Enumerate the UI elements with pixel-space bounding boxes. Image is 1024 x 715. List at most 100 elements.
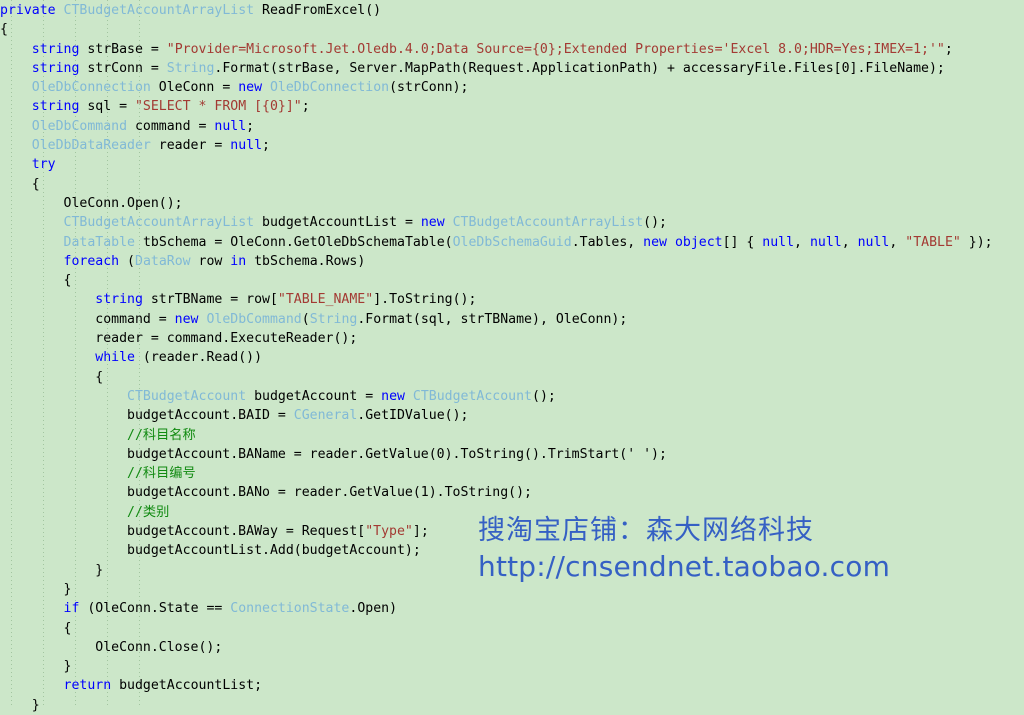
code-token-pln (0, 350, 95, 365)
code-token-pln: .Format(sql, strTBName), OleConn); (357, 311, 628, 327)
code-line: OleDbConnection OleConn = new OleDbConne… (0, 78, 993, 97)
code-token-pln: ; (944, 41, 953, 57)
code-token-pln: budgetAccount.BAName = reader.GetValue(0… (0, 446, 667, 462)
source-code-block[interactable]: private CTBudgetAccountArrayList ReadFro… (0, 0, 993, 715)
code-token-pln (0, 466, 127, 481)
code-token-pln: .Format(strBase, Server.MapPath(Request.… (214, 60, 945, 76)
code-line: return budgetAccountList; (0, 676, 993, 695)
code-token-typ: CTBudgetAccountArrayList (452, 215, 644, 231)
code-line: } (0, 580, 993, 599)
code-token-pln: ; (262, 138, 270, 154)
code-token-kw: object (674, 234, 723, 250)
code-token-pln (445, 215, 453, 230)
code-token-str: "Type" (365, 524, 413, 540)
code-token-kw: return (63, 678, 112, 694)
code-token-typ: CGeneral (293, 408, 358, 424)
code-token-kw: new (381, 388, 405, 404)
code-token-kw: new (643, 234, 667, 250)
code-token-kw: string (95, 292, 143, 308)
code-token-pln: , (889, 234, 906, 250)
code-token-pln (0, 99, 32, 114)
code-token-kw: null (230, 138, 263, 154)
code-editor-surface[interactable]: private CTBudgetAccountArrayList ReadFro… (0, 0, 1024, 713)
code-line: OleDbCommand command = null; (0, 117, 993, 136)
code-line: budgetAccount.BAName = reader.GetValue(0… (0, 445, 993, 464)
code-line: { (0, 175, 993, 194)
code-token-pln: } (0, 659, 72, 675)
code-line: while (reader.Read()) (0, 348, 993, 367)
code-token-pln: OleConn.Close(); (0, 639, 223, 655)
code-token-pln (0, 505, 127, 520)
code-line: budgetAccount.BAWay = Request["Type"]; (0, 522, 993, 541)
code-token-pln: budgetAccount.BAWay = Request[ (0, 524, 366, 540)
code-token-com: //科目编号 (127, 466, 196, 482)
code-token-pln: (); (532, 388, 556, 404)
code-token-pln: (strConn); (389, 80, 469, 96)
code-token-pln: .Tables, (571, 234, 644, 250)
code-token-pln (0, 61, 32, 76)
code-token-kw: new (420, 215, 445, 231)
code-token-typ: CTBudgetAccountArrayList (63, 3, 255, 18)
code-token-pln: (OleConn.State == (79, 601, 231, 617)
code-token-typ: OleDbConnection (269, 80, 390, 96)
code-token-pln: budgetAccountList = (254, 215, 421, 231)
code-line: DataTable tbSchema = OleConn.GetOleDbSch… (0, 233, 993, 252)
code-token-typ: ConnectionState (230, 601, 350, 617)
code-token-typ: OleDbCommand (206, 311, 302, 327)
code-token-com: //科目名称 (127, 427, 196, 443)
code-token-pln: tbSchema = OleConn.GetOleDbSchemaTable( (135, 234, 453, 250)
code-token-kw: null (214, 118, 247, 134)
code-token-pln: command = (127, 118, 215, 134)
code-line: private CTBudgetAccountArrayList ReadFro… (0, 1, 993, 20)
code-token-typ: OleDbCommand (31, 118, 128, 134)
code-token-typ: DataTable (63, 234, 135, 250)
code-token-pln: ; (301, 99, 310, 115)
code-token-kw: private (0, 3, 56, 18)
code-token-pln: tbSchema.Rows) (246, 253, 366, 269)
code-token-kw: try (31, 157, 56, 173)
code-token-pln: ( (301, 311, 310, 327)
code-line: { (0, 20, 993, 39)
code-line: CTBudgetAccountArrayList budgetAccountLi… (0, 213, 993, 232)
code-token-typ: CTBudgetAccountArrayList (63, 215, 255, 231)
code-token-pln: }); (960, 234, 993, 250)
code-token-pln: sql = (79, 99, 135, 115)
code-token-pln: { (0, 620, 72, 636)
code-line: if (OleConn.State == ConnectionState.Ope… (0, 599, 993, 618)
code-line: } (0, 561, 993, 580)
code-token-pln: (); (643, 215, 667, 231)
code-token-pln: ReadFromExcel() (254, 3, 382, 18)
code-token-pln: { (0, 273, 72, 289)
code-token-typ: CTBudgetAccount (127, 388, 247, 404)
code-token-pln: budgetAccountList.Add(budgetAccount); (0, 543, 421, 559)
code-line: { (0, 368, 993, 387)
code-token-kw: while (95, 350, 135, 366)
code-token-pln (0, 138, 32, 153)
code-token-pln: , (794, 234, 810, 250)
code-line: string strTBName = row["TABLE_NAME"].ToS… (0, 290, 993, 309)
code-token-pln: command = (0, 311, 175, 327)
code-token-typ: OleDbDataReader (31, 138, 151, 154)
code-token-com: //类别 (127, 504, 170, 520)
code-token-pln (667, 235, 675, 250)
code-token-pln (0, 215, 64, 230)
code-token-kw: string (31, 41, 80, 57)
code-token-pln: } (0, 562, 104, 578)
code-line: //类别 (0, 503, 993, 522)
code-line: //科目名称 (0, 426, 993, 445)
code-token-pln (405, 389, 413, 404)
code-line: budgetAccount.BANo = reader.GetValue(1).… (0, 483, 993, 502)
code-token-str: "Provider=Microsoft.Jet.Oledb.4.0;Data S… (166, 41, 945, 57)
code-token-kw: in (230, 253, 247, 269)
code-token-pln (0, 119, 32, 134)
code-token-pln: OleConn.Open(); (0, 195, 183, 211)
code-token-kw: null (857, 234, 890, 250)
code-token-kw: foreach (63, 253, 120, 269)
code-token-pln (0, 235, 64, 250)
code-line: foreach (DataRow row in tbSchema.Rows) (0, 252, 993, 271)
code-token-pln (0, 254, 64, 269)
code-token-typ: CTBudgetAccount (412, 388, 532, 404)
code-token-pln: { (0, 369, 104, 385)
code-token-kw: if (63, 601, 80, 617)
code-token-pln (0, 157, 32, 172)
